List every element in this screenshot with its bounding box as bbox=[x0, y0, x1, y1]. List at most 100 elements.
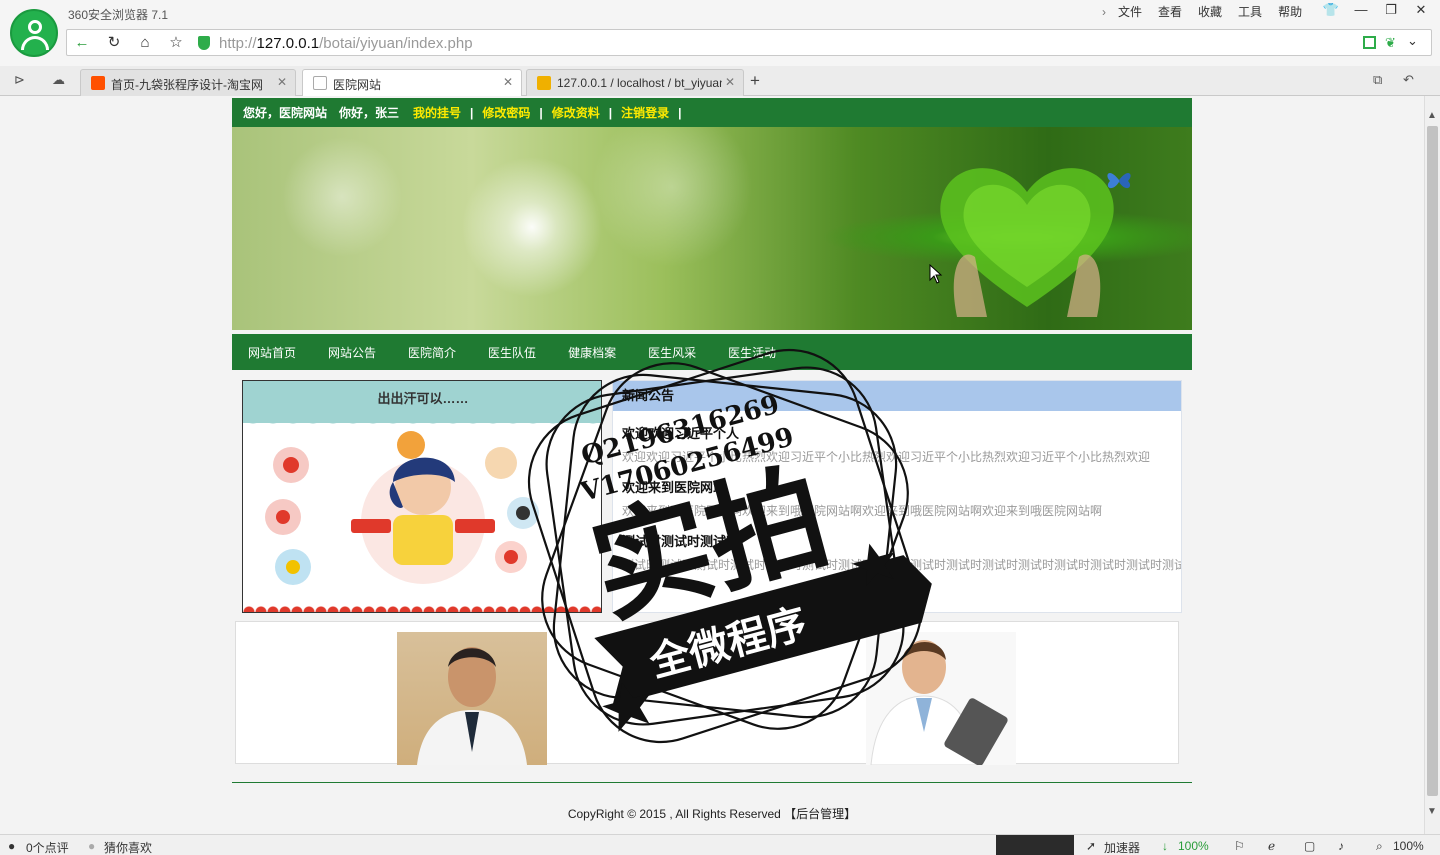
sidebar-toggle-icon[interactable]: ⊳ bbox=[14, 72, 25, 88]
ie-icon[interactable]: ℯ bbox=[1268, 839, 1275, 853]
url-path: /botai/yiyuan/index.php bbox=[319, 35, 473, 52]
user-avatar-icon[interactable] bbox=[10, 9, 58, 57]
change-password-link[interactable]: 修改密码 bbox=[482, 104, 530, 121]
my-registration-link[interactable]: 我的挂号 bbox=[413, 104, 461, 121]
doctor-photo[interactable] bbox=[397, 632, 547, 765]
undo-close-icon[interactable]: ↶ bbox=[1403, 72, 1414, 88]
footer-divider bbox=[232, 782, 1192, 783]
sound-icon[interactable]: ♪ bbox=[1338, 839, 1344, 853]
tab-taobao[interactable]: 首页-九袋张程序设计-淘宝网 ✕ bbox=[80, 69, 296, 96]
scallop-edge bbox=[243, 415, 601, 427]
close-button[interactable]: ✕ bbox=[1406, 0, 1436, 22]
tab-close-icon[interactable]: ✕ bbox=[277, 75, 287, 89]
menu-favorites[interactable]: 收藏 bbox=[1190, 4, 1230, 20]
logout-link[interactable]: 注销登录 bbox=[621, 104, 669, 121]
qr-code-icon[interactable] bbox=[1363, 36, 1376, 49]
tab-bar: ⊳ ☁ 首页-九袋张程序设计-淘宝网 ✕ 医院网站 ✕ 127.0.0.1 / … bbox=[0, 66, 1440, 97]
minimize-button[interactable]: — bbox=[1346, 0, 1376, 22]
nav-doctor-gallery[interactable]: 医生风采 bbox=[648, 344, 696, 361]
scroll-down-icon[interactable]: ▼ bbox=[1427, 806, 1437, 817]
chevron-right-icon[interactable]: › bbox=[1094, 4, 1110, 20]
zoom-icon[interactable]: ⌕ bbox=[1376, 839, 1383, 854]
hospital-site: 您好，医院网站 你好，张三 我的挂号 | 修改密码 | 修改资料 | 注销登录 … bbox=[232, 96, 1192, 834]
nav-health-records[interactable]: 健康档案 bbox=[568, 344, 616, 361]
news-title[interactable]: 测试时测试时测试时 bbox=[622, 531, 1181, 550]
guess-icon[interactable]: ● bbox=[88, 839, 95, 853]
guess-you-like[interactable]: 猜你喜欢 bbox=[104, 839, 152, 855]
back-icon[interactable]: ← bbox=[71, 33, 93, 53]
tab-close-icon[interactable]: ✕ bbox=[725, 75, 735, 89]
url-input[interactable]: http://127.0.0.1/botai/yiyuan/index.php bbox=[219, 35, 473, 52]
security-shield-icon[interactable] bbox=[198, 36, 210, 50]
ime-toolbar[interactable] bbox=[996, 835, 1074, 855]
main-nav: 网站首页 网站公告 医院简介 医生队伍 健康档案 医生风采 医生活动 bbox=[232, 334, 1192, 370]
separator: | bbox=[470, 105, 474, 120]
menu-view[interactable]: 查看 bbox=[1150, 4, 1190, 20]
cloud-icon[interactable]: ☁ bbox=[52, 72, 65, 88]
menu-help[interactable]: 帮助 bbox=[1270, 4, 1310, 20]
news-item: 欢迎来到医院网站 欢迎来到哦医院网站啊欢迎来到哦医院网站啊欢迎来到哦医院网站啊欢… bbox=[613, 477, 1181, 519]
reviews-icon[interactable]: ● bbox=[8, 839, 15, 853]
site-topbar: 您好，医院网站 你好，张三 我的挂号 | 修改密码 | 修改资料 | 注销登录 … bbox=[232, 98, 1192, 127]
vertical-scrollbar[interactable]: ▲ ▼ bbox=[1424, 96, 1440, 834]
menu-tools[interactable]: 工具 bbox=[1230, 4, 1270, 20]
nav-home[interactable]: 网站首页 bbox=[248, 344, 296, 361]
exercise-infographic[interactable]: 出出汗可以…… bbox=[242, 380, 602, 613]
admin-link[interactable]: 【后台管理】 bbox=[784, 807, 856, 821]
zoom-level[interactable]: 100% bbox=[1393, 839, 1424, 853]
page-viewport: 您好，医院网站 你好，张三 我的挂号 | 修改密码 | 修改资料 | 注销登录 … bbox=[0, 96, 1424, 834]
new-tab-button[interactable]: + bbox=[750, 71, 760, 91]
window-icon[interactable]: ▢ bbox=[1304, 839, 1315, 853]
phpmyadmin-icon bbox=[537, 76, 551, 90]
star-icon[interactable]: ☆ bbox=[165, 33, 187, 53]
nav-doctor-activities[interactable]: 医生活动 bbox=[728, 344, 776, 361]
restore-tabs-icon[interactable]: ⧉ bbox=[1373, 72, 1382, 88]
leaf-icon[interactable]: ❦ bbox=[1385, 35, 1396, 51]
reviews-count[interactable]: 0个点评 bbox=[26, 839, 69, 855]
window-controls: 👕 — ❐ ✕ bbox=[1316, 0, 1436, 22]
refresh-icon[interactable]: ↻ bbox=[103, 33, 125, 53]
news-title[interactable]: 欢迎欢迎习近平个人 bbox=[622, 423, 1181, 442]
skin-icon[interactable]: 👕 bbox=[1316, 0, 1346, 22]
accelerator[interactable]: 加速器 bbox=[1104, 839, 1140, 855]
flag-icon[interactable]: ⚐ bbox=[1234, 839, 1245, 853]
url-host: 127.0.0.1 bbox=[256, 35, 320, 52]
maximize-button[interactable]: ❐ bbox=[1376, 0, 1406, 22]
doctor-gallery bbox=[235, 621, 1179, 765]
news-desc: 欢迎来到哦医院网站啊欢迎来到哦医院网站啊欢迎来到哦医院网站啊欢迎来到哦医院网站啊 bbox=[622, 504, 1103, 518]
user-greeting: 你好，张三 bbox=[339, 106, 400, 120]
mouse-cursor-icon bbox=[929, 264, 943, 284]
separator: | bbox=[539, 105, 543, 120]
news-panel: 新闻公告 欢迎欢迎习近平个人 欢迎欢迎习近平个小比热烈欢迎习近平个小比热烈欢迎习… bbox=[612, 380, 1182, 613]
nav-doctors[interactable]: 医生队伍 bbox=[488, 344, 536, 361]
doctor-photo[interactable] bbox=[866, 632, 1016, 765]
news-item: 测试时测试时测试时 测试时测试时测试时测试时测试时测试时测试时测试时测试时测试时… bbox=[613, 531, 1181, 573]
rocket-icon[interactable]: ➚ bbox=[1086, 839, 1096, 853]
tab-phpmyadmin[interactable]: 127.0.0.1 / localhost / bt_yiyuan ✕ bbox=[526, 69, 744, 96]
scroll-thumb[interactable] bbox=[1427, 126, 1438, 796]
edit-profile-link[interactable]: 修改资料 bbox=[552, 104, 600, 121]
tab-label: 医院网站 bbox=[333, 78, 382, 92]
grass-heart-icon bbox=[940, 168, 1114, 317]
home-icon[interactable]: ⌂ bbox=[134, 33, 156, 53]
nav-about[interactable]: 医院简介 bbox=[408, 344, 456, 361]
chevron-down-icon[interactable]: ⌄ bbox=[1407, 33, 1418, 49]
download-icon[interactable]: ↓ bbox=[1162, 839, 1168, 853]
nav-notices[interactable]: 网站公告 bbox=[328, 344, 376, 361]
tab-label: 首页-九袋张程序设计-淘宝网 bbox=[111, 78, 263, 92]
scroll-up-icon[interactable]: ▲ bbox=[1427, 110, 1437, 121]
news-title[interactable]: 欢迎来到医院网站 bbox=[622, 477, 1181, 496]
news-item: 欢迎欢迎习近平个人 欢迎欢迎习近平个小比热烈欢迎习近平个小比热烈欢迎习近平个小比… bbox=[613, 423, 1181, 465]
copyright-text: CopyRight © 2015 , All Rights Reserved bbox=[567, 807, 781, 821]
tab-label: 127.0.0.1 / localhost / bt_yiyuan bbox=[557, 76, 722, 90]
separator: | bbox=[678, 105, 682, 120]
tab-hospital[interactable]: 医院网站 ✕ bbox=[302, 69, 522, 97]
scallop-edge-bottom bbox=[243, 604, 601, 612]
news-desc: 测试时测试时测试时测试时测试时测试时测试时测试时测试时测试时测试时测试时测试时测… bbox=[622, 558, 1181, 572]
news-heading: 新闻公告 bbox=[613, 381, 1181, 411]
download-progress[interactable]: 100% bbox=[1178, 839, 1209, 853]
tab-close-icon[interactable]: ✕ bbox=[503, 75, 513, 89]
app-title: 360安全浏览器 7.1 bbox=[68, 8, 169, 22]
browser-titlebar: 360安全浏览器 7.1 › 文件 查看 收藏 工具 帮助 👕 — ❐ ✕ ← … bbox=[0, 0, 1440, 66]
menu-file[interactable]: 文件 bbox=[1110, 4, 1150, 20]
